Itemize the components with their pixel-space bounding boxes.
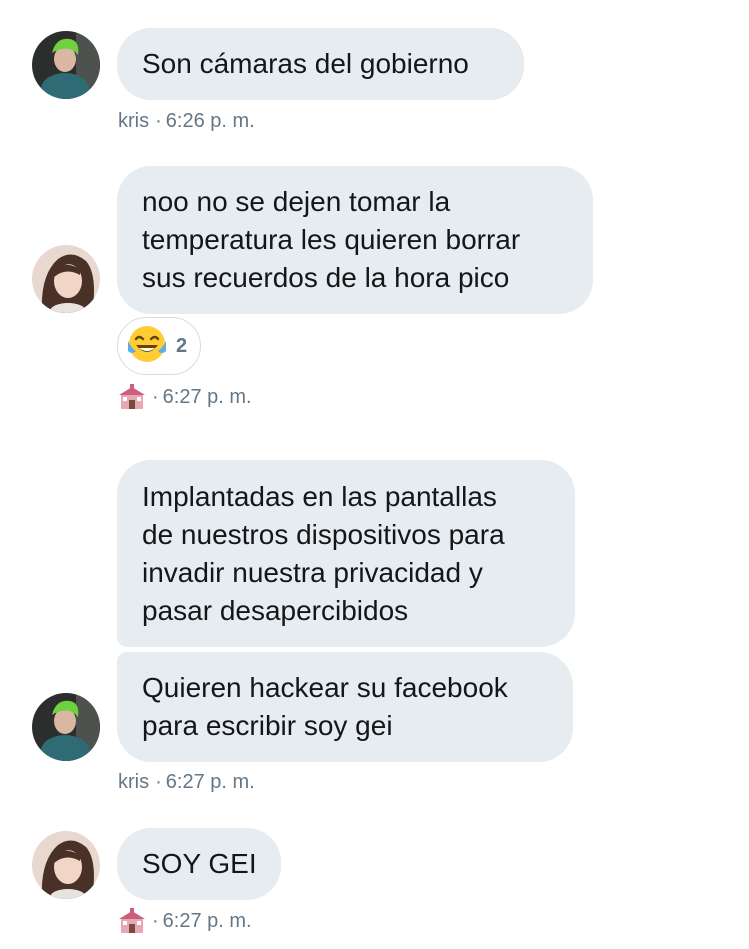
- message-text: invadir nuestra privacidad y: [142, 556, 483, 588]
- message-text: de nuestros dispositivos para: [142, 518, 505, 550]
- message-text: Quieren hackear su facebook: [142, 672, 508, 703]
- avatar-user-girl[interactable]: [32, 831, 100, 899]
- message-meta: kris · 6:27 p. m.: [118, 768, 255, 796]
- message-bubble[interactable]: Implantadas en las pantallas de nuestros…: [117, 460, 575, 647]
- message-text: SOY GEI: [142, 848, 257, 879]
- timestamp: 6:27 p. m.: [165, 770, 255, 793]
- message-meta: · 6:27 p. m.: [118, 383, 252, 411]
- reaction-pill[interactable]: 2: [117, 317, 201, 375]
- separator: ·: [155, 770, 162, 793]
- message-text: noo no se dejen tomar la: [142, 186, 451, 217]
- sender-name[interactable]: kris: [118, 110, 149, 133]
- message-bubble[interactable]: Quieren hackear su facebook para escribi…: [117, 652, 573, 762]
- timestamp: 6:26 p. m.: [165, 109, 255, 132]
- separator: ·: [152, 385, 159, 408]
- timestamp: 6:27 p. m.: [162, 385, 252, 408]
- message-bubble[interactable]: Son cámaras del gobierno: [117, 28, 524, 100]
- sender-name[interactable]: kris: [118, 771, 149, 794]
- tears-of-joy-emoji-icon: [126, 323, 168, 370]
- message-text: Implantadas en las pantallas: [142, 480, 497, 512]
- message-text: Son cámaras del gobierno: [142, 48, 469, 79]
- timestamp: 6:27 p. m.: [162, 909, 252, 932]
- avatar-user-girl[interactable]: [32, 245, 100, 313]
- separator: ·: [155, 109, 162, 132]
- school-building-icon[interactable]: [118, 384, 146, 410]
- message-text: para escribir soy gei: [142, 710, 393, 741]
- message-text: sus recuerdos de la hora pico: [142, 262, 510, 293]
- school-building-icon[interactable]: [118, 908, 146, 934]
- message-text: temperatura les quieren borrar: [142, 224, 521, 255]
- avatar-kris[interactable]: [32, 693, 100, 761]
- message-bubble[interactable]: SOY GEI: [117, 828, 281, 900]
- message-meta: kris · 6:26 p. m.: [118, 107, 255, 135]
- avatar-kris[interactable]: [32, 31, 100, 99]
- message-bubble[interactable]: noo no se dejen tomar la temperatura les…: [117, 166, 593, 314]
- message-meta: · 6:27 p. m.: [118, 907, 252, 935]
- reaction-count: 2: [176, 334, 188, 357]
- separator: ·: [152, 909, 159, 932]
- message-text: pasar desapercibidos: [142, 594, 409, 626]
